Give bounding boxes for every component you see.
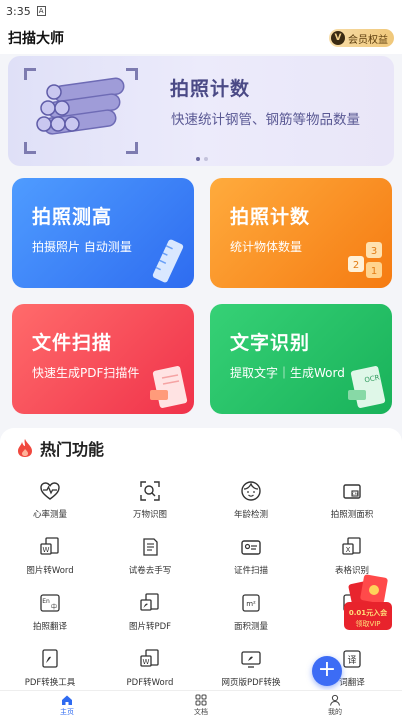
user-icon (330, 694, 340, 706)
feature-label: PDF转Word (126, 678, 174, 688)
feature-label: 试卷去手写 (128, 566, 172, 576)
pdf-doc-icon (150, 366, 188, 408)
carousel-dot (204, 157, 208, 161)
image-to-pdf-icon (140, 593, 159, 611)
card-title: 文件扫描 (32, 332, 113, 354)
app-title: 扫描大师 (8, 31, 64, 47)
status-time: 3:35 (6, 4, 31, 18)
web-pdf-icon (241, 651, 261, 668)
promo-text-top: 0.01元入会 (348, 609, 388, 617)
tab-home[interactable]: 主页 (0, 691, 134, 720)
svg-text:m²: m² (246, 600, 256, 608)
feature-label: 万物识图 (132, 510, 167, 520)
feature-label: 证件扫描 (233, 566, 268, 576)
svg-text:译: 译 (347, 655, 356, 666)
heart-pulse-icon (40, 482, 60, 500)
carousel-dots (196, 157, 208, 161)
vip-benefits-button[interactable]: V 会员权益 (329, 29, 394, 47)
a-icon: A (36, 6, 46, 16)
feature-area-measure[interactable]: m² 面积测量 (201, 590, 301, 644)
number-blocks-icon: 3 2 1 (348, 242, 382, 278)
svg-text:3: 3 (371, 246, 377, 257)
tab-documents[interactable]: 文档 (134, 691, 268, 720)
card-subtitle: 快速生成PDF扫描件 (32, 366, 140, 380)
area-measure-icon: CM (343, 484, 361, 499)
card-file-scan[interactable]: 文件扫描 快速生成PDF扫描件 (12, 304, 194, 414)
card-subtitle: 拍摄照片 自动测量 (32, 240, 132, 254)
feature-heart-rate[interactable]: 心率测量 (0, 478, 100, 532)
feature-age-detection[interactable]: 年龄检测 (201, 478, 301, 532)
tab-label: 文档 (194, 708, 208, 716)
feature-label: PDF转换工具 (24, 678, 76, 688)
card-subtitle: 统计物体数量 (230, 240, 303, 254)
card-text-recognition[interactable]: 文字识别 提取文字｜生成Word OCR (210, 304, 392, 414)
app-header: 扫描大师 V 会员权益 (0, 22, 402, 54)
feature-photo-area[interactable]: CM 拍照测面积 (302, 478, 402, 532)
exam-paper-icon (143, 538, 158, 556)
svg-text:1: 1 (371, 266, 377, 277)
svg-text:中: 中 (51, 603, 57, 611)
table-icon: X (342, 537, 361, 555)
vip-label: 会员权益 (348, 34, 388, 46)
flame-icon (18, 439, 32, 457)
feature-label: 网页版PDF转换 (221, 678, 281, 688)
card-title: 文字识别 (230, 332, 311, 354)
translate-icon: En中 (40, 594, 60, 612)
hot-features-section: 热门功能 心率测量 万物识图 年龄检测 CM 拍照测面积 W 图片转Word 试… (0, 428, 402, 690)
svg-text:W: W (43, 546, 50, 554)
feature-label: 图片转PDF (128, 622, 172, 632)
svg-text:CM: CM (352, 492, 357, 496)
id-card-icon (241, 540, 261, 555)
hot-features-title: 热门功能 (40, 440, 105, 459)
card-photo-height[interactable]: 拍照测高 拍摄照片 自动测量 (12, 178, 194, 288)
grid-icon (195, 694, 207, 706)
add-button[interactable]: + (312, 656, 342, 686)
card-title: 拍照测高 (32, 206, 113, 228)
feature-image-to-word[interactable]: W 图片转Word (0, 534, 100, 588)
scan-search-icon (140, 481, 160, 501)
feature-label: 年龄检测 (233, 510, 268, 520)
feature-label: 面积测量 (233, 622, 268, 632)
vip-icon: V (331, 31, 345, 45)
home-icon (62, 695, 72, 705)
svg-text:En: En (42, 598, 50, 605)
hot-features-header: 热门功能 (16, 436, 104, 460)
bottom-tab-bar: 主页 文档 我的 (0, 690, 402, 720)
pdf-to-word-icon: W (140, 649, 159, 667)
promo-text-bottom: 领取VIP (355, 620, 381, 628)
card-subtitle: 提取文字｜生成Word (230, 366, 345, 380)
card-title: 拍照计数 (230, 206, 311, 228)
feature-label: 拍照测面积 (330, 510, 374, 520)
pdf-tool-icon (42, 649, 58, 668)
feature-photo-translate[interactable]: En 中 拍照翻译 (0, 590, 100, 644)
tab-profile[interactable]: 我的 (268, 691, 402, 720)
feature-id-scan[interactable]: 证件扫描 (201, 534, 301, 588)
ruler-icon (152, 239, 184, 283)
vip-promo-float[interactable]: 0.01元入会 领取VIP (342, 572, 394, 634)
status-bar: 3:35 A (0, 0, 402, 22)
banner-title: 拍照计数 (170, 78, 251, 100)
card-photo-count[interactable]: 拍照计数 统计物体数量 3 2 1 (210, 178, 392, 288)
banner-subtitle: 快速统计钢管、钢筋等物品数量 (171, 112, 360, 128)
feature-label: 图片转Word (26, 566, 74, 576)
feature-remove-handwriting[interactable]: 试卷去手写 (100, 534, 200, 588)
feature-label: 拍照翻译 (32, 622, 67, 632)
ocr-doc-icon: OCR (348, 366, 386, 408)
svg-text:2: 2 (353, 260, 359, 271)
tab-label: 我的 (328, 708, 342, 716)
word-translate-icon: 译 (343, 650, 361, 668)
carousel-dot (196, 157, 200, 161)
tab-label: 主页 (60, 708, 74, 716)
feature-label: 心率测量 (32, 510, 67, 520)
steel-pipes-icon (36, 77, 125, 135)
area-icon: m² (242, 594, 260, 612)
svg-text:X: X (346, 546, 351, 554)
svg-text:W: W (143, 658, 150, 666)
promo-banner[interactable]: 拍照计数 快速统计钢管、钢筋等物品数量 (8, 56, 394, 166)
feature-image-to-pdf[interactable]: 图片转PDF (100, 590, 200, 644)
feature-image-recognition[interactable]: 万物识图 (100, 478, 200, 532)
face-icon (241, 481, 261, 501)
image-to-word-icon: W (40, 537, 59, 555)
